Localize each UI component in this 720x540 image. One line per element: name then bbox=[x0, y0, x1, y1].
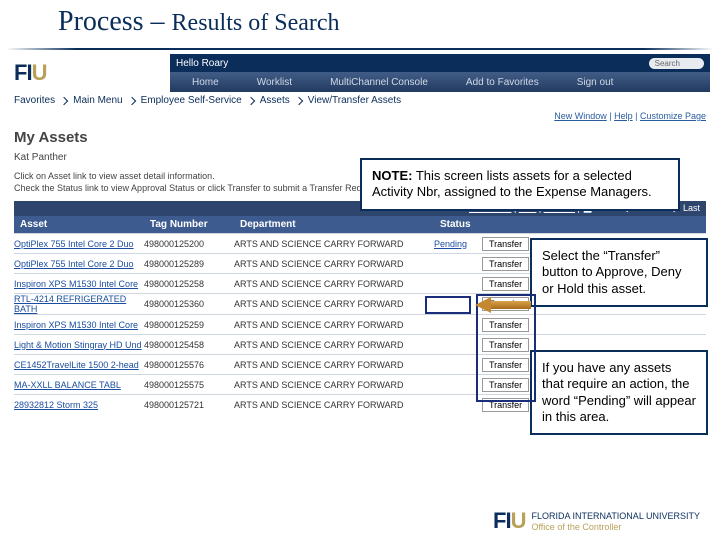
link-help[interactable]: Help bbox=[614, 111, 633, 121]
asset-link[interactable]: MA-XXLL BALANCE TABL bbox=[14, 380, 144, 390]
hello-text: Hello Roary bbox=[176, 58, 228, 69]
callout-pending: If you have any assets that require an a… bbox=[530, 350, 708, 435]
asset-link[interactable]: OptiPlex 755 Intel Core 2 Duo bbox=[14, 259, 144, 269]
transfer-button[interactable]: Transfer bbox=[482, 257, 529, 271]
cell-dept: ARTS AND SCIENCE CARRY FORWARD bbox=[234, 320, 434, 330]
crumb-assets[interactable]: Assets bbox=[260, 95, 290, 106]
asset-link[interactable]: Inspiron XPS M1530 Intel Core bbox=[14, 320, 144, 330]
nav-tabs: Home Worklist MultiChannel Console Add t… bbox=[170, 72, 710, 92]
asset-link[interactable]: RTL-4214 REFRIGERATED BATH bbox=[14, 294, 144, 314]
arrow-icon bbox=[475, 298, 531, 312]
title-sub: Results of Search bbox=[172, 10, 340, 36]
top-bar: FIU Hello Roary Search Home Worklist Mul… bbox=[10, 54, 710, 92]
asset-link[interactable]: CE1452TravelLite 1500 2-head bbox=[14, 360, 144, 370]
cell-dept: ARTS AND SCIENCE CARRY FORWARD bbox=[234, 360, 434, 370]
callout-transfer: Select the “Transfer” button to Approve,… bbox=[530, 238, 708, 307]
asset-link[interactable]: Light & Motion Stingray HD Und bbox=[14, 340, 144, 350]
cell-dept: ARTS AND SCIENCE CARRY FORWARD bbox=[234, 340, 434, 350]
cell-dept: ARTS AND SCIENCE CARRY FORWARD bbox=[234, 259, 434, 269]
chevron-right-icon bbox=[247, 96, 255, 104]
tbl-last[interactable]: Last bbox=[683, 203, 700, 213]
cell-tag: 498000125258 bbox=[144, 279, 234, 289]
transfer-button[interactable]: Transfer bbox=[482, 277, 529, 291]
page-title: My Assets bbox=[14, 129, 706, 146]
cell-tag: 498000125458 bbox=[144, 340, 234, 350]
table-header: Asset Tag Number Department Status bbox=[14, 216, 706, 233]
divider bbox=[6, 48, 714, 50]
callout-note: NOTE: This screen lists assets for a sel… bbox=[360, 158, 680, 211]
footer-logo: FIU FLORIDA INTERNATIONAL UNIVERSITY Off… bbox=[493, 508, 700, 534]
cell-tag: 498000125576 bbox=[144, 360, 234, 370]
title-main: Process – bbox=[58, 6, 165, 37]
chevron-right-icon bbox=[60, 96, 68, 104]
asset-link[interactable]: Inspiron XPS M1530 Intel Core bbox=[14, 279, 144, 289]
logo-box: FIU bbox=[10, 54, 170, 92]
slide-title: Process – Results of Search bbox=[58, 6, 340, 38]
nav-worklist[interactable]: Worklist bbox=[257, 77, 292, 88]
th-status[interactable]: Status bbox=[434, 216, 482, 233]
footer-univ: FLORIDA INTERNATIONAL UNIVERSITY bbox=[531, 511, 700, 521]
search-input[interactable]: Search bbox=[649, 58, 704, 69]
link-customize[interactable]: Customize Page bbox=[640, 111, 706, 121]
top-links: New Window | Help | Customize Page bbox=[14, 111, 706, 121]
crumb-view[interactable]: View/Transfer Assets bbox=[308, 95, 401, 106]
th-dept[interactable]: Department bbox=[234, 216, 434, 233]
nav-home[interactable]: Home bbox=[192, 77, 219, 88]
chevron-right-icon bbox=[295, 96, 303, 104]
table-row: Inspiron XPS M1530 Intel Core49800012525… bbox=[14, 314, 706, 334]
breadcrumb: Favorites Main Menu Employee Self-Servic… bbox=[10, 92, 710, 109]
nav-favorites[interactable]: Add to Favorites bbox=[466, 77, 539, 88]
fiu-logo-icon: FIU bbox=[14, 60, 46, 86]
cell-tag: 498000125575 bbox=[144, 380, 234, 390]
cell-tag: 498000125360 bbox=[144, 299, 234, 309]
cell-tag: 498000125289 bbox=[144, 259, 234, 269]
cell-tag: 498000125721 bbox=[144, 400, 234, 410]
cell-status[interactable]: Pending bbox=[434, 239, 482, 249]
footer-office: Office of the Controller bbox=[531, 522, 700, 532]
th-asset[interactable]: Asset bbox=[14, 216, 144, 233]
th-tag[interactable]: Tag Number bbox=[144, 216, 234, 233]
crumb-main[interactable]: Main Menu bbox=[73, 95, 122, 106]
note-body: This screen lists assets for a selected … bbox=[372, 168, 652, 199]
hello-bar: Hello Roary Search bbox=[170, 54, 710, 72]
nav-signout[interactable]: Sign out bbox=[577, 77, 614, 88]
link-new-window[interactable]: New Window bbox=[554, 111, 607, 121]
cell-dept: ARTS AND SCIENCE CARRY FORWARD bbox=[234, 239, 434, 249]
crumb-ess[interactable]: Employee Self-Service bbox=[141, 95, 242, 106]
fiu-logo-icon: FIU bbox=[493, 508, 525, 534]
nav-mcc[interactable]: MultiChannel Console bbox=[330, 77, 428, 88]
crumb-favorites[interactable]: Favorites bbox=[14, 95, 55, 106]
cell-dept: ARTS AND SCIENCE CARRY FORWARD bbox=[234, 380, 434, 390]
cell-tag: 498000125200 bbox=[144, 239, 234, 249]
asset-link[interactable]: 28932812 Storm 325 bbox=[14, 400, 144, 410]
note-lead: NOTE: bbox=[372, 168, 412, 183]
transfer-button[interactable]: Transfer bbox=[482, 237, 529, 251]
asset-link[interactable]: OptiPlex 755 Intel Core 2 Duo bbox=[14, 239, 144, 249]
cell-dept: ARTS AND SCIENCE CARRY FORWARD bbox=[234, 279, 434, 289]
chevron-right-icon bbox=[127, 96, 135, 104]
cell-dept: ARTS AND SCIENCE CARRY FORWARD bbox=[234, 299, 434, 309]
cell-dept: ARTS AND SCIENCE CARRY FORWARD bbox=[234, 400, 434, 410]
cell-tag: 498000125259 bbox=[144, 320, 234, 330]
highlight-pending bbox=[425, 296, 471, 314]
